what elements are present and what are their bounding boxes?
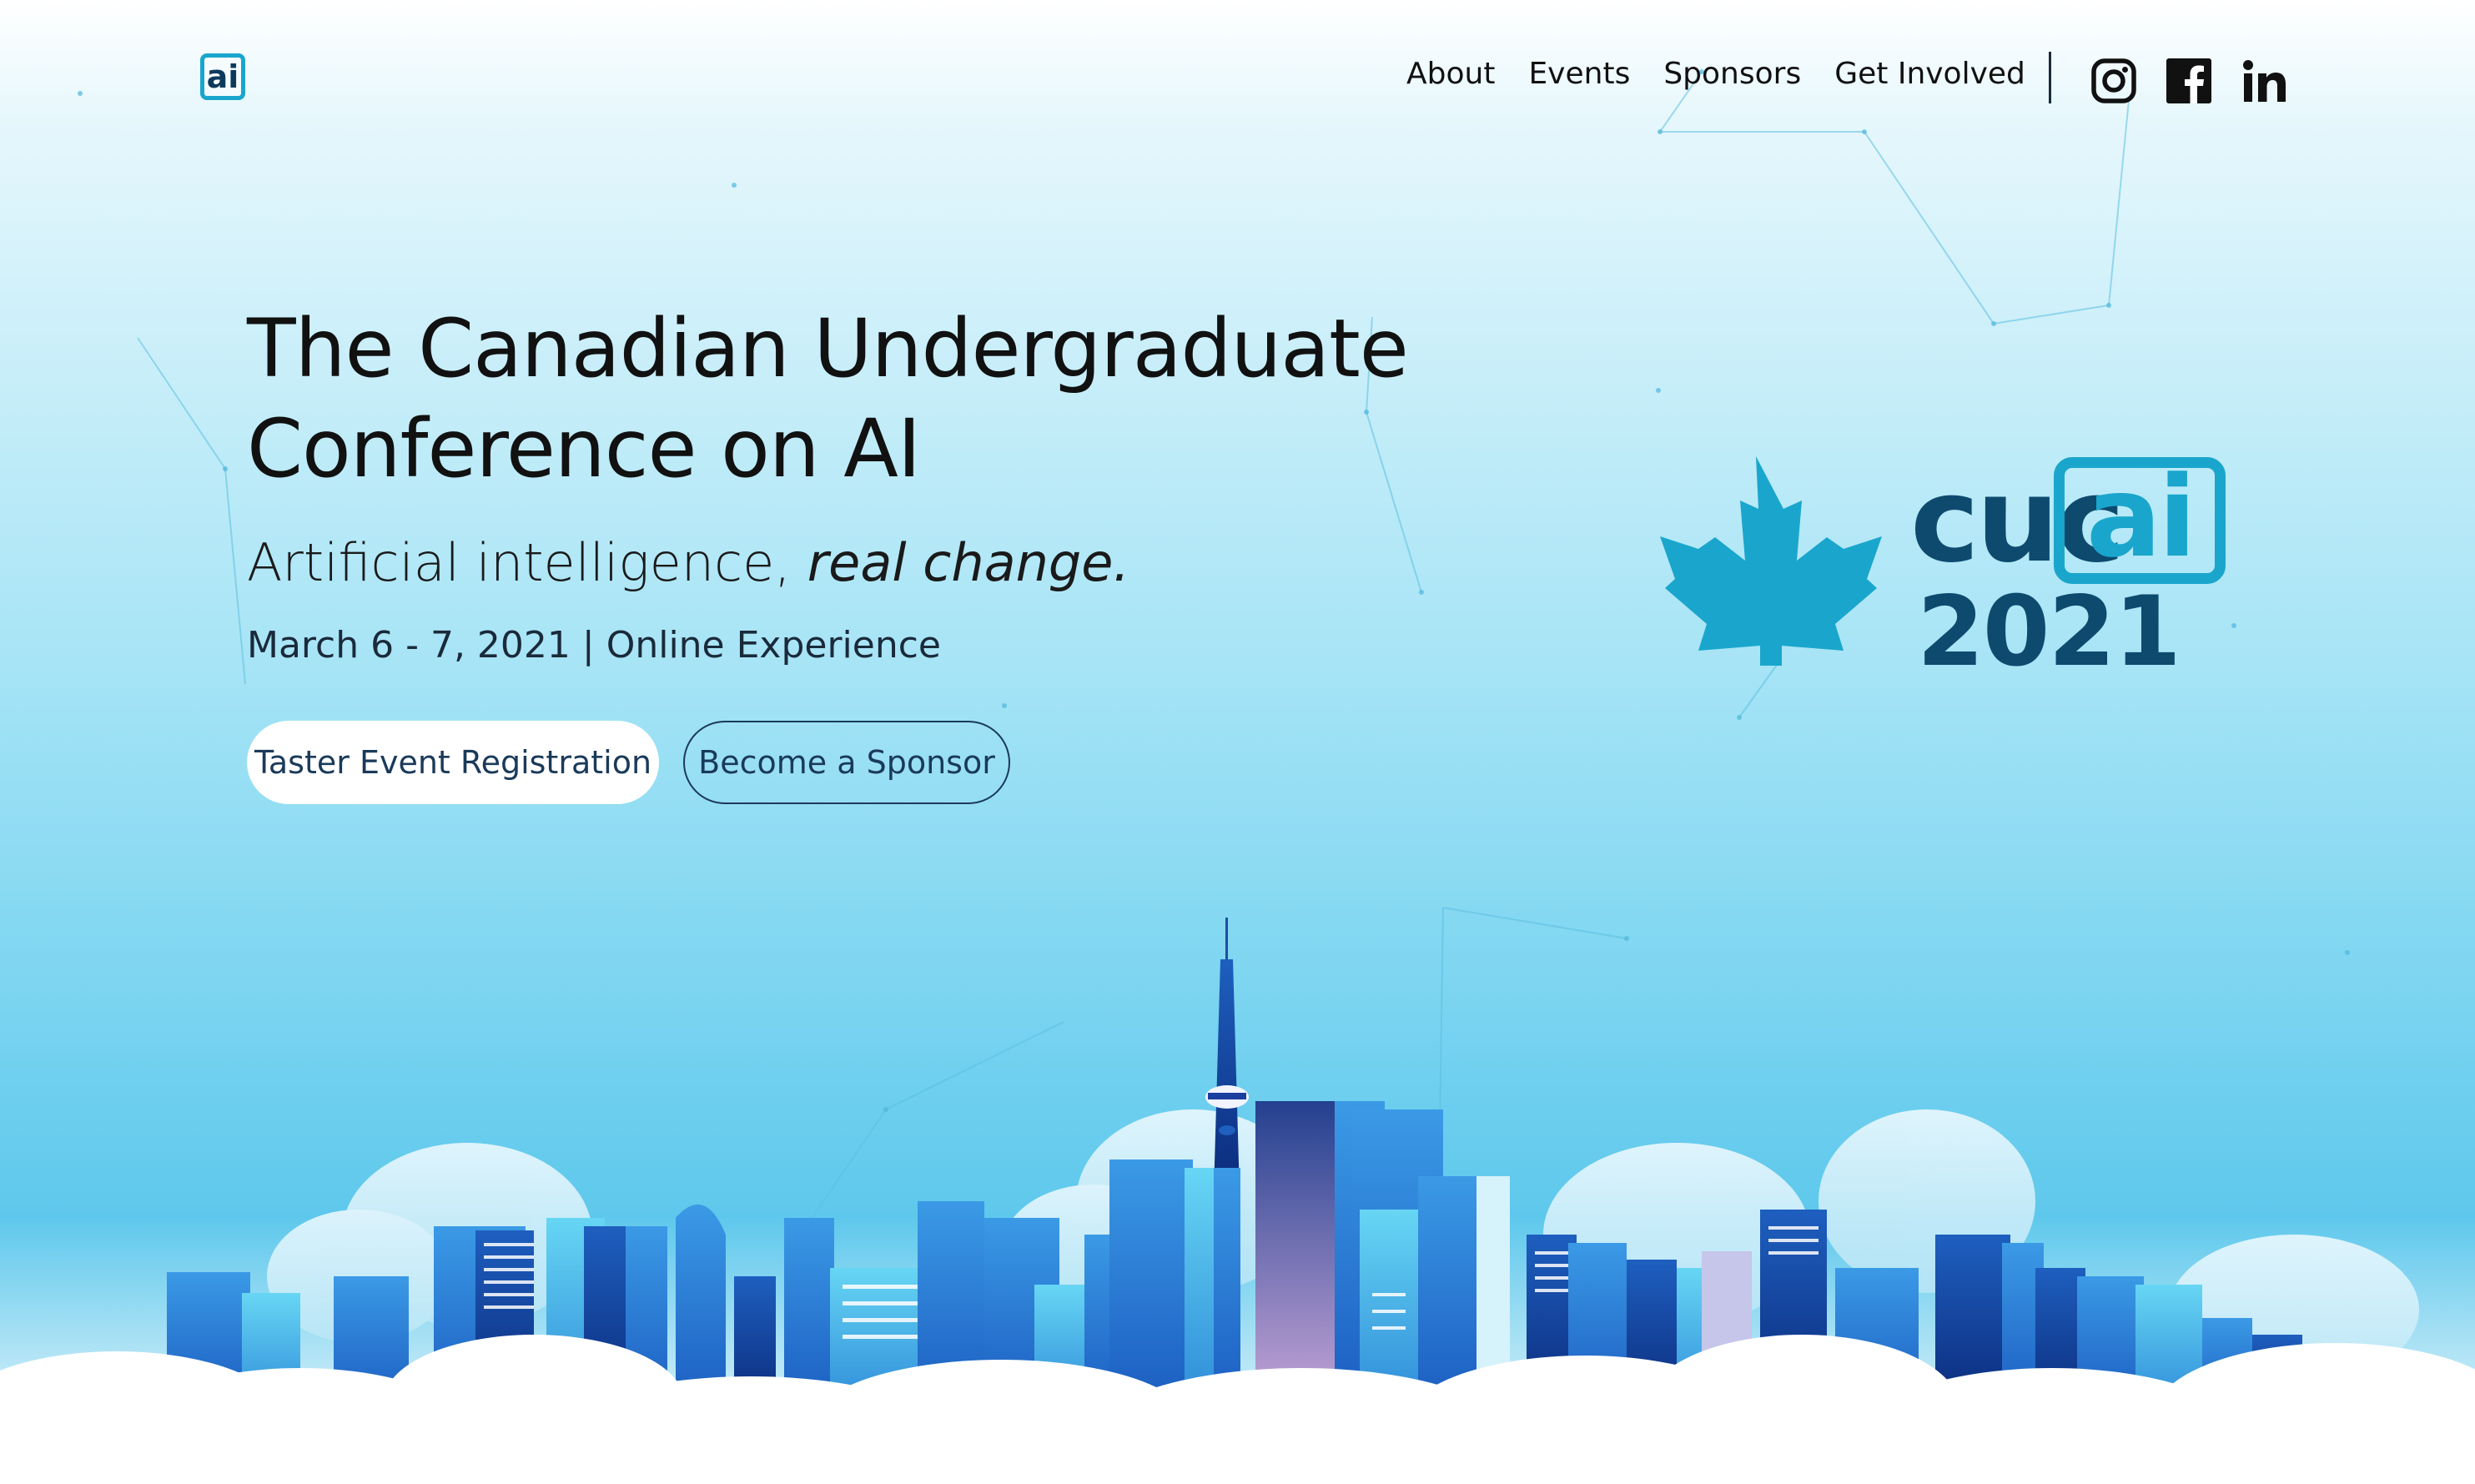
taster-registration-button[interactable]: Taster Event Registration <box>247 721 659 804</box>
nav-sponsors[interactable]: Sponsors <box>1663 57 1801 91</box>
city-skyline-illustration <box>0 918 2475 1484</box>
tagline-plain: Artificial intelligence, <box>247 532 791 593</box>
become-sponsor-button[interactable]: Become a Sponsor <box>683 721 1010 804</box>
main-nav: About Events Sponsors Get Involved <box>1406 57 2059 91</box>
brand-logo-ai-box: ai <box>2054 457 2226 584</box>
hero-title: The Canadian Undergraduate Conference on… <box>247 299 1498 499</box>
nav-divider <box>2049 52 2051 103</box>
site-logo[interactable]: ai <box>200 53 245 100</box>
hero-title-line-1: The Canadian Undergraduate <box>247 302 1409 395</box>
nav-about[interactable]: About <box>1406 57 1495 91</box>
instagram-icon[interactable] <box>2091 58 2136 103</box>
nav-get-involved[interactable]: Get Involved <box>1834 57 2025 91</box>
facebook-icon[interactable] <box>2166 58 2211 103</box>
nav-events[interactable]: Events <box>1528 57 1630 91</box>
tagline-italic: real change. <box>807 532 1130 593</box>
linkedin-icon[interactable] <box>2242 58 2287 103</box>
hero-title-line-2: Conference on AI <box>247 402 921 496</box>
event-date-line: March 6 - 7, 2021 | Online Experience <box>247 624 941 667</box>
hero-tagline: Artificial intelligence, real change. <box>247 532 1129 593</box>
brand-logo-year: 2021 <box>1917 576 2181 688</box>
